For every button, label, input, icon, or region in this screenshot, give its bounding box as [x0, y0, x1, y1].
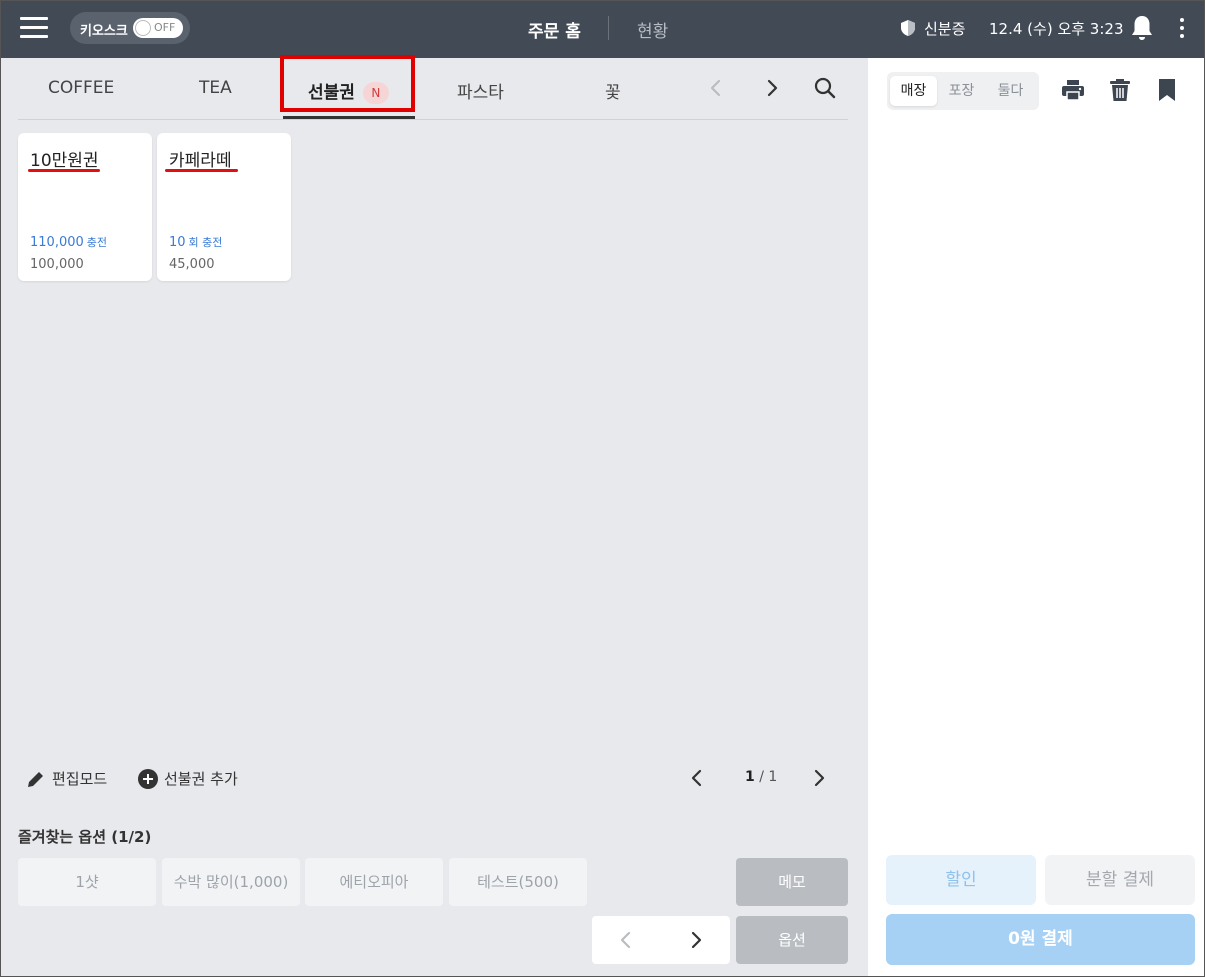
highlight-annotation — [280, 55, 415, 112]
page-total: 1 — [768, 769, 778, 785]
edit-mode-label: 편집모드 — [52, 770, 108, 788]
shield-icon — [901, 20, 915, 36]
charge-value: 10 — [169, 235, 186, 250]
chevron-left-icon[interactable] — [704, 76, 728, 100]
top-bar: 키오스크 OFF 주문 홈 현황 신분증 12.4 (수) 오후 3:23 — [0, 0, 1205, 58]
tab-divider — [18, 119, 848, 120]
kiosk-toggle[interactable]: OFF — [133, 18, 183, 38]
kiosk-label: 키오스크 — [80, 24, 128, 39]
charge-unit: 회 충전 — [188, 236, 223, 249]
tab-coffee[interactable]: COFFEE — [48, 78, 114, 98]
toggle-state-text: OFF — [154, 21, 176, 34]
kiosk-mode-switch: 키오스크 OFF — [70, 12, 190, 44]
memo-button[interactable]: 메모 — [736, 858, 848, 906]
category-tabs: COFFEE TEA 선불권 N 파스타 꽃 — [0, 55, 868, 120]
plus-circle-icon — [138, 769, 158, 789]
favorite-option-button[interactable]: 1샷 — [18, 858, 156, 906]
favorite-option-button[interactable]: 에티오피아 — [305, 858, 443, 906]
edit-mode-button[interactable]: 편집모드 — [26, 767, 116, 791]
product-name: 10만원권 — [30, 151, 99, 171]
order-type-selector: 매장 포장 둘다 — [887, 72, 1039, 110]
pencil-icon — [28, 772, 43, 787]
split-payment-button[interactable]: 분할 결제 — [1045, 855, 1195, 905]
add-voucher-label: 선불권 추가 — [164, 770, 238, 788]
add-voucher-button[interactable]: 선불권 추가 — [138, 767, 248, 791]
charge-unit: 충전 — [86, 236, 108, 249]
product-name: 카페라떼 — [169, 151, 232, 171]
page-indicator: 1 / 1 — [745, 769, 778, 785]
segment-both[interactable]: 둘다 — [987, 76, 1034, 106]
id-check-label: 신분증 — [924, 20, 966, 38]
tab-pasta[interactable]: 파스타 — [457, 78, 504, 103]
chevron-right-icon[interactable] — [807, 766, 831, 790]
toggle-knob — [135, 20, 151, 36]
favorite-option-button[interactable]: 테스트(500) — [449, 858, 587, 906]
chevron-left-icon[interactable] — [685, 766, 709, 790]
chevron-left-icon[interactable] — [614, 928, 638, 952]
nav-order-home[interactable]: 주문 홈 — [528, 17, 581, 42]
segment-takeout[interactable]: 포장 — [938, 76, 985, 106]
red-underline-annotation — [165, 169, 238, 172]
trash-icon[interactable] — [1107, 77, 1133, 103]
tab-flower[interactable]: 꽃 — [605, 78, 621, 103]
menu-icon[interactable] — [20, 17, 48, 39]
product-price: 100,000 — [30, 257, 84, 272]
order-panel: 매장 포장 둘다 할인 분할 결제 0원 결제 — [868, 58, 1205, 977]
charge-value: 110,000 — [30, 235, 84, 250]
nav-divider — [608, 16, 609, 40]
favorite-option-button[interactable]: 수박 많이(1,000) — [162, 858, 300, 906]
charge-amount: 110,000 충전 — [30, 234, 107, 250]
segment-dine-in[interactable]: 매장 — [890, 76, 937, 106]
bell-icon[interactable] — [1130, 14, 1154, 42]
option-pager — [592, 916, 730, 964]
red-underline-annotation — [28, 169, 100, 172]
datetime-display: 12.4 (수) 오후 3:23 — [989, 20, 1124, 38]
favorite-options-title: 즐겨찾는 옵션 (1/2) — [18, 828, 152, 846]
chevron-right-icon[interactable] — [760, 76, 784, 100]
discount-button[interactable]: 할인 — [886, 855, 1036, 905]
menu-panel: COFFEE TEA 선불권 N 파스타 꽃 10만원권 110,000 충전 10… — [0, 55, 868, 977]
product-card[interactable]: 카페라떼 10 회 충전 45,000 — [157, 133, 291, 281]
charge-amount: 10 회 충전 — [169, 234, 222, 250]
more-options-icon[interactable] — [1172, 16, 1192, 40]
chevron-right-icon[interactable] — [684, 928, 708, 952]
page-current: 1 — [745, 769, 755, 785]
option-button[interactable]: 옵션 — [736, 916, 848, 964]
printer-icon[interactable] — [1060, 77, 1086, 103]
search-icon[interactable] — [812, 75, 838, 101]
bookmark-icon[interactable] — [1154, 77, 1180, 103]
product-price: 45,000 — [169, 257, 215, 272]
pay-button[interactable]: 0원 결제 — [886, 914, 1195, 965]
product-card[interactable]: 10만원권 110,000 충전 100,000 — [18, 133, 152, 281]
tab-tea[interactable]: TEA — [199, 78, 232, 98]
nav-status[interactable]: 현황 — [637, 17, 668, 42]
